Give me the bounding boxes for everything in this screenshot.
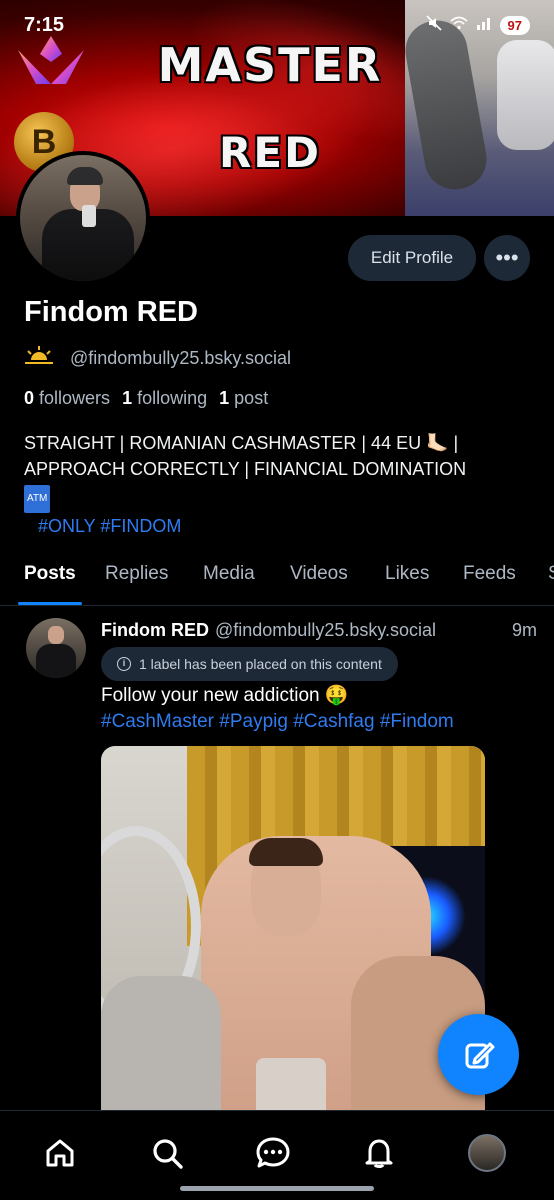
nav-profile[interactable] [465, 1131, 509, 1175]
battery-level: 97 [507, 18, 522, 33]
info-icon: i [117, 657, 131, 671]
nav-search[interactable] [145, 1131, 189, 1175]
post-body: Follow your new addiction 🤑 [101, 685, 349, 706]
tab-posts[interactable]: Posts [24, 563, 76, 585]
following-label: following [137, 388, 208, 408]
tab-starter-packs[interactable]: S [548, 563, 554, 585]
profile-tabs: Posts Replies Media Videos Likes Feeds S [0, 550, 554, 606]
followers-stat[interactable]: 0 followers [24, 388, 110, 409]
banner-photo-person [497, 40, 554, 150]
post-image[interactable] [101, 746, 485, 1126]
status-time: 7:15 [24, 14, 65, 36]
edit-profile-button[interactable]: Edit Profile [348, 235, 476, 281]
bio-hashtags[interactable]: #ONLY #FINDOM [24, 513, 534, 539]
compose-button[interactable] [438, 1014, 519, 1095]
mute-icon [425, 15, 442, 36]
avatar-phone [82, 205, 96, 227]
sunrise-icon [24, 344, 70, 372]
followers-label: followers [39, 388, 111, 408]
following-stat[interactable]: 1 following [122, 388, 207, 409]
wifi-icon [450, 16, 468, 35]
posts-stat: 1 post [219, 388, 268, 409]
banner-title-line2: RED [219, 128, 321, 177]
post-author-avatar[interactable] [26, 618, 86, 678]
profile-avatar[interactable] [16, 151, 150, 285]
post-author-name[interactable]: Findom RED [101, 620, 209, 641]
post-hashtags[interactable]: #CashMaster #Paypig #Cashfag #Findom [101, 709, 541, 735]
more-options-button[interactable]: ••• [484, 235, 530, 281]
profile-stats: 0 followers 1 following 1 post [24, 388, 268, 409]
nav-notifications[interactable] [357, 1131, 401, 1175]
profile-bio: STRAIGHT | ROMANIAN CASHMASTER | 44 EU 🦶… [24, 430, 534, 539]
posts-count: 1 [219, 388, 230, 408]
image-sock [101, 976, 221, 1126]
following-count: 1 [122, 388, 133, 408]
post-text: Follow your new addiction 🤑 #CashMaster … [101, 683, 541, 735]
signal-icon [476, 16, 492, 35]
battery-indicator: 97 [499, 16, 530, 35]
home-indicator [180, 1186, 374, 1191]
followers-count: 0 [24, 388, 35, 408]
post-author-handle[interactable]: @findombully25.bsky.social [215, 620, 436, 641]
search-icon [153, 1139, 183, 1169]
home-icon [46, 1139, 74, 1167]
atm-icon: ATM [24, 485, 51, 513]
post-header: Findom RED @findombully25.bsky.social 9m [101, 620, 537, 641]
status-bar: 7:15 97 [0, 0, 554, 50]
avatar-jacket [36, 644, 76, 678]
content-label-pill[interactable]: i 1 label has been placed on this conten… [101, 647, 398, 681]
bio-line: STRAIGHT | ROMANIAN CASHMASTER | 44 EU 🦶… [24, 433, 459, 453]
avatar-head [48, 626, 64, 644]
tab-videos[interactable]: Videos [290, 563, 348, 585]
profile-handle[interactable]: @findombully25.bsky.social [70, 348, 291, 369]
content-label-text: 1 label has been placed on this content [139, 656, 382, 672]
handle-row: @findombully25.bsky.social [24, 344, 291, 372]
tab-likes[interactable]: Likes [385, 563, 429, 585]
image-hair [249, 838, 323, 866]
nav-chat[interactable] [251, 1131, 295, 1175]
avatar-beanie [67, 167, 103, 185]
nav-home[interactable] [38, 1131, 82, 1175]
display-name: Findom RED [24, 296, 198, 328]
profile-avatar-icon [468, 1134, 506, 1172]
chat-icon [256, 1137, 290, 1168]
post-timestamp[interactable]: 9m [512, 620, 537, 641]
compose-icon [465, 1042, 494, 1068]
status-icons: 97 [425, 15, 530, 36]
bio-line: APPROACH CORRECTLY | FINANCIAL DOMINATIO… [24, 459, 467, 479]
bell-icon [365, 1139, 393, 1168]
active-tab-indicator [18, 602, 82, 605]
posts-label: post [234, 388, 269, 408]
tab-feeds[interactable]: Feeds [463, 563, 516, 585]
tab-replies[interactable]: Replies [105, 563, 168, 585]
tab-media[interactable]: Media [203, 563, 255, 585]
